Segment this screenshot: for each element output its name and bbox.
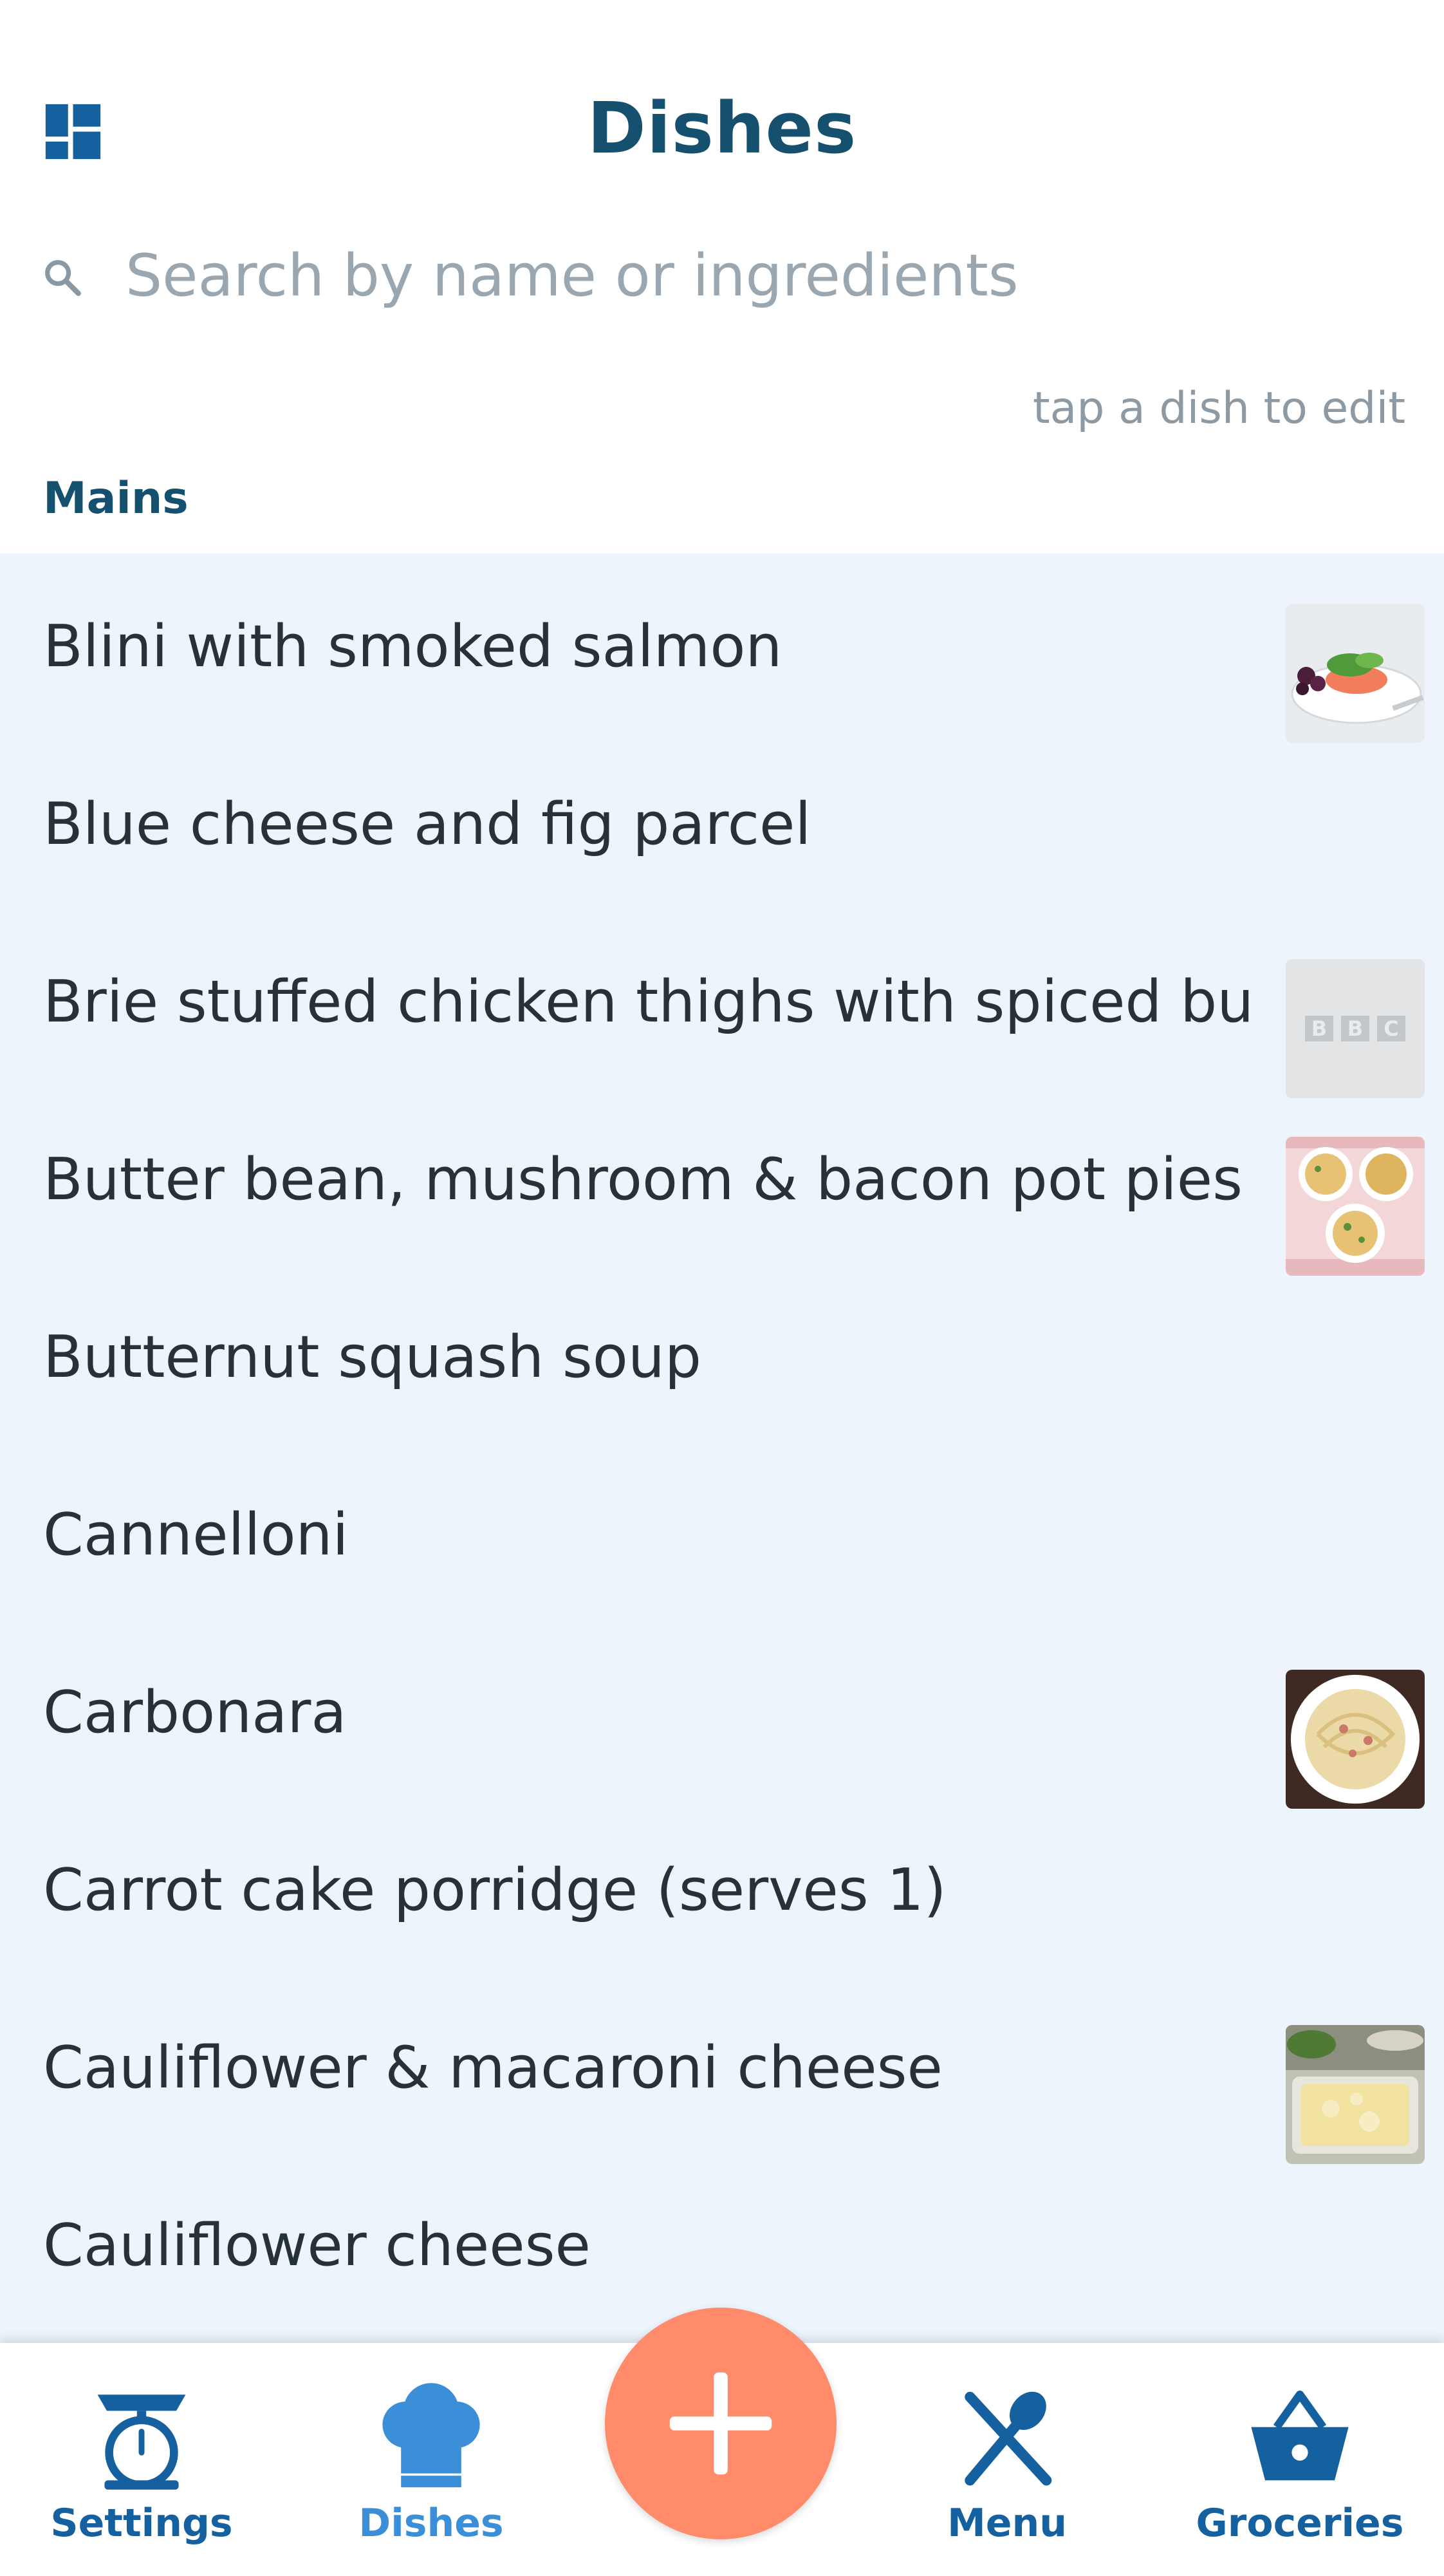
fork-spoon-icon bbox=[965, 2391, 1052, 2486]
dish-row[interactable]: Blue cheese and fig parcel bbox=[0, 731, 1444, 909]
dish-row[interactable]: Cauliflower & macaroni cheese bbox=[0, 1975, 1444, 2164]
search-input[interactable] bbox=[125, 243, 1380, 308]
chef-hat-icon bbox=[382, 2383, 480, 2488]
page-title: Dishes bbox=[587, 87, 857, 169]
carbonara-photo bbox=[1286, 1670, 1425, 1809]
search-icon bbox=[45, 260, 81, 296]
dish-row[interactable]: Butter bean, mushroom & bacon pot pies bbox=[0, 1087, 1444, 1276]
dish-name: Blini with smoked salmon bbox=[43, 613, 782, 680]
header: Dishes tap a dish to edit Mains bbox=[0, 0, 1444, 554]
dish-row[interactable]: Carbonara bbox=[0, 1619, 1444, 1809]
dish-row[interactable]: Carrot cake porridge (serves 1) bbox=[0, 1797, 1444, 1975]
section-heading: Mains bbox=[43, 473, 189, 524]
tab-label: Groceries bbox=[1196, 2501, 1404, 2546]
dish-list: Blini with smoked salmon Blue cheese and… bbox=[0, 554, 1444, 2343]
tab-label: Menu bbox=[947, 2501, 1067, 2546]
dish-row[interactable]: Butternut squash soup bbox=[0, 1264, 1444, 1442]
tab-label: Settings bbox=[50, 2501, 233, 2546]
dish-name: Cauliflower cheese bbox=[43, 2212, 591, 2279]
svg-text:C: C bbox=[1384, 1016, 1398, 1041]
pot-pies-photo bbox=[1286, 1137, 1425, 1276]
macaroni-cheese-photo bbox=[1286, 2025, 1425, 2164]
kitchen-scale-icon bbox=[97, 2394, 186, 2490]
tab-settings[interactable]: Settings bbox=[0, 2378, 283, 2565]
dish-name: Brie stuffed chicken thighs with spiced … bbox=[43, 968, 1253, 1036]
salmon-plate-photo bbox=[1286, 604, 1425, 743]
dish-name: Carbonara bbox=[43, 1679, 347, 1746]
add-dish-button[interactable] bbox=[605, 2308, 837, 2539]
svg-text:B: B bbox=[1311, 1016, 1327, 1041]
dish-name: Cannelloni bbox=[43, 1501, 349, 1569]
dish-name: Blue cheese and fig parcel bbox=[43, 790, 811, 858]
dish-name: Butter bean, mushroom & bacon pot pies bbox=[43, 1146, 1243, 1213]
tab-groceries[interactable]: Groceries bbox=[1158, 2378, 1441, 2565]
dish-row[interactable]: Blini with smoked salmon bbox=[0, 554, 1444, 743]
shopping-basket-icon bbox=[1251, 2390, 1349, 2481]
bbc-logo-placeholder: B B C bbox=[1286, 959, 1425, 1098]
search-bar bbox=[0, 225, 1444, 328]
dish-row[interactable]: Cauliflower cheese bbox=[0, 2152, 1444, 2330]
svg-text:B: B bbox=[1347, 1016, 1363, 1041]
tab-dishes[interactable]: Dishes bbox=[290, 2378, 573, 2565]
dish-row[interactable]: Cannelloni bbox=[0, 1442, 1444, 1619]
tab-menu[interactable]: Menu bbox=[865, 2378, 1149, 2565]
dish-name: Butternut squash soup bbox=[43, 1323, 702, 1391]
edit-hint: tap a dish to edit bbox=[1032, 383, 1405, 434]
plus-icon bbox=[669, 2372, 772, 2475]
dish-row[interactable]: Brie stuffed chicken thighs with spiced … bbox=[0, 909, 1444, 1098]
dish-name: Cauliflower & macaroni cheese bbox=[43, 2034, 943, 2102]
tab-label: Dishes bbox=[358, 2501, 504, 2546]
dish-name: Carrot cake porridge (serves 1) bbox=[43, 1856, 947, 1924]
